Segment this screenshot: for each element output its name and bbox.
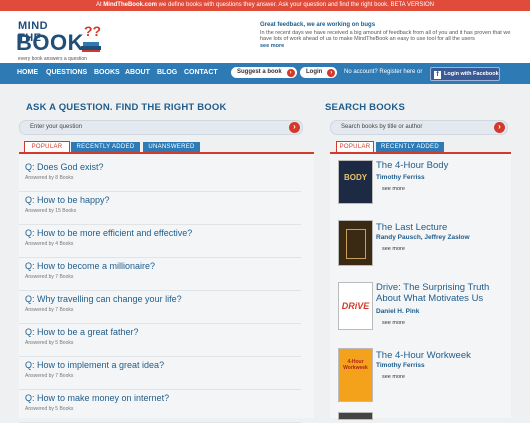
suggest-book-button[interactable]: Suggest a book › bbox=[231, 67, 297, 78]
header: MIND THE BOOK ?? every book answers a qu… bbox=[0, 11, 530, 63]
question-answer-count: Answered by 7 Books bbox=[25, 307, 74, 313]
see-more-link[interactable]: see more bbox=[382, 374, 405, 380]
tab-recently-added[interactable]: RECENTLY ADDED bbox=[71, 142, 140, 152]
search-section-title: SEARCH BOOKS bbox=[325, 102, 405, 113]
cover-text: BODY bbox=[343, 173, 368, 182]
question-item[interactable]: Q: How to be more efficient and effectiv… bbox=[19, 224, 301, 258]
facebook-login-label: Login with Facebook bbox=[444, 71, 499, 77]
top-announcement-bar: At MindTheBook.com we define books with … bbox=[0, 0, 530, 11]
ask-section-title: ASK A QUESTION. FIND THE RIGHT BOOK bbox=[26, 102, 227, 113]
books-list: BODY The 4-Hour Body Timothy Ferriss see… bbox=[330, 152, 511, 420]
book-cover[interactable] bbox=[338, 412, 373, 420]
question-tabs: POPULAR RECENTLY ADDED UNANSWERED bbox=[24, 141, 306, 153]
book-author[interactable]: Timothy Ferriss bbox=[376, 174, 425, 181]
question-item[interactable]: Q: How to be a great father? Answered by… bbox=[19, 323, 301, 357]
questions-list: Q: Does God exist? Answered by 8 Books Q… bbox=[19, 152, 314, 423]
nav-blog[interactable]: BLOG bbox=[157, 63, 177, 84]
announcement-site[interactable]: MindTheBook.com bbox=[103, 2, 157, 8]
question-item[interactable]: Q: How to be happy? Answered by 15 Books bbox=[19, 191, 301, 225]
cover-text: 4-Hour Workweek bbox=[343, 359, 368, 371]
book-author[interactable]: Daniel H. Pink bbox=[376, 308, 419, 315]
book-cover[interactable] bbox=[338, 220, 373, 266]
question-title[interactable]: Q: How to be a great father? bbox=[25, 327, 139, 337]
book-cover[interactable]: BODY bbox=[338, 160, 373, 204]
tab-books-recently-added[interactable]: RECENTLY ADDED bbox=[376, 142, 444, 152]
see-more-link[interactable]: see more bbox=[382, 186, 405, 192]
submit-book-search-button[interactable]: › bbox=[494, 122, 505, 133]
book-tabs: POPULAR RECENTLY ADDED bbox=[336, 141, 506, 153]
question-answer-count: Answered by 5 Books bbox=[25, 406, 74, 412]
announcement-prefix: At bbox=[95, 2, 102, 8]
facebook-icon: f bbox=[434, 71, 441, 79]
login-button[interactable]: Login › bbox=[300, 67, 338, 78]
logo-tagline: every book answers a question bbox=[18, 56, 87, 62]
question-item[interactable]: Q: Why travelling can change your life? … bbox=[19, 290, 301, 324]
suggest-book-label: Suggest a book bbox=[237, 69, 282, 75]
question-item[interactable]: Q: How to make money on internet? Answer… bbox=[19, 389, 301, 423]
facebook-login-button[interactable]: f Login with Facebook bbox=[430, 67, 500, 81]
book-search-box[interactable]: Search books by title or author › bbox=[330, 120, 508, 135]
book-author[interactable]: Timothy Ferriss bbox=[376, 362, 425, 369]
question-item[interactable]: Q: How to become a millionaire? Answered… bbox=[19, 257, 301, 291]
question-answer-count: Answered by 7 Books bbox=[25, 274, 74, 280]
arrow-right-icon: › bbox=[327, 68, 336, 77]
question-title[interactable]: Q: Does God exist? bbox=[25, 162, 104, 172]
logo-question-marks: ?? bbox=[84, 23, 102, 39]
question-answer-count: Answered by 4 Books bbox=[25, 241, 74, 247]
book-search-input[interactable]: Search books by title or author bbox=[341, 121, 422, 134]
question-title[interactable]: Q: How to be more efficient and effectiv… bbox=[25, 228, 192, 238]
nav-home[interactable]: HOME bbox=[17, 63, 38, 84]
books-icon bbox=[81, 42, 101, 52]
logo-book-text: BOOK bbox=[16, 30, 84, 55]
book-title[interactable]: The 4-Hour Body bbox=[376, 160, 506, 171]
news-title[interactable]: Great feedback, we are working on bugs bbox=[260, 22, 522, 29]
question-item[interactable]: Q: How to implement a great idea? Answer… bbox=[19, 356, 301, 390]
book-title[interactable]: The Last Lecture bbox=[376, 222, 506, 233]
book-title[interactable]: The 4-Hour Workweek bbox=[376, 350, 506, 361]
register-prompt[interactable]: No account? Register here or bbox=[344, 63, 422, 82]
tab-unanswered[interactable]: UNANSWERED bbox=[143, 142, 200, 152]
cover-text: DRiVE bbox=[341, 301, 370, 311]
submit-question-button[interactable]: › bbox=[289, 122, 300, 133]
question-answer-count: Answered by 5 Books bbox=[25, 340, 74, 346]
nav-contact[interactable]: CONTACT bbox=[184, 63, 218, 84]
announcement-text: we define books with questions they answ… bbox=[158, 2, 435, 8]
arrow-right-icon: › bbox=[286, 68, 295, 77]
main-nav: HOME QUESTIONS BOOKS ABOUT BLOG CONTACT … bbox=[0, 63, 530, 84]
book-cover[interactable]: DRiVE bbox=[338, 282, 373, 330]
book-author[interactable]: Randy Pausch, Jeffrey Zaslow bbox=[376, 234, 470, 241]
nav-books[interactable]: BOOKS bbox=[94, 63, 120, 84]
login-label: Login bbox=[306, 69, 323, 75]
question-search-box[interactable]: Enter your question › bbox=[19, 120, 303, 135]
see-more-link[interactable]: see more bbox=[382, 246, 405, 252]
question-answer-count: Answered by 7 Books bbox=[25, 373, 74, 379]
question-title[interactable]: Q: How to implement a great idea? bbox=[25, 360, 164, 370]
nav-questions[interactable]: QUESTIONS bbox=[46, 63, 87, 84]
book-cover[interactable]: 4-Hour Workweek bbox=[338, 348, 373, 402]
question-item[interactable]: Q: Does God exist? Answered by 8 Books bbox=[19, 158, 301, 192]
question-input[interactable]: Enter your question bbox=[30, 121, 82, 134]
question-title[interactable]: Q: Why travelling can change your life? bbox=[25, 294, 182, 304]
news-see-more-link[interactable]: see more bbox=[260, 43, 284, 49]
see-more-link[interactable]: see more bbox=[382, 320, 405, 326]
question-answer-count: Answered by 8 Books bbox=[25, 175, 74, 181]
nav-about[interactable]: ABOUT bbox=[125, 63, 150, 84]
question-title[interactable]: Q: How to become a millionaire? bbox=[25, 261, 155, 271]
cover-art bbox=[345, 229, 366, 259]
news-box: Great feedback, we are working on bugs I… bbox=[260, 22, 522, 49]
question-answer-count: Answered by 15 Books bbox=[25, 208, 77, 214]
book-title[interactable]: Drive: The Surprising Truth About What M… bbox=[376, 282, 506, 304]
question-title[interactable]: Q: How to make money on internet? bbox=[25, 393, 169, 403]
question-title[interactable]: Q: How to be happy? bbox=[25, 195, 110, 205]
news-body: In the recent days we have received a bi… bbox=[260, 29, 511, 43]
